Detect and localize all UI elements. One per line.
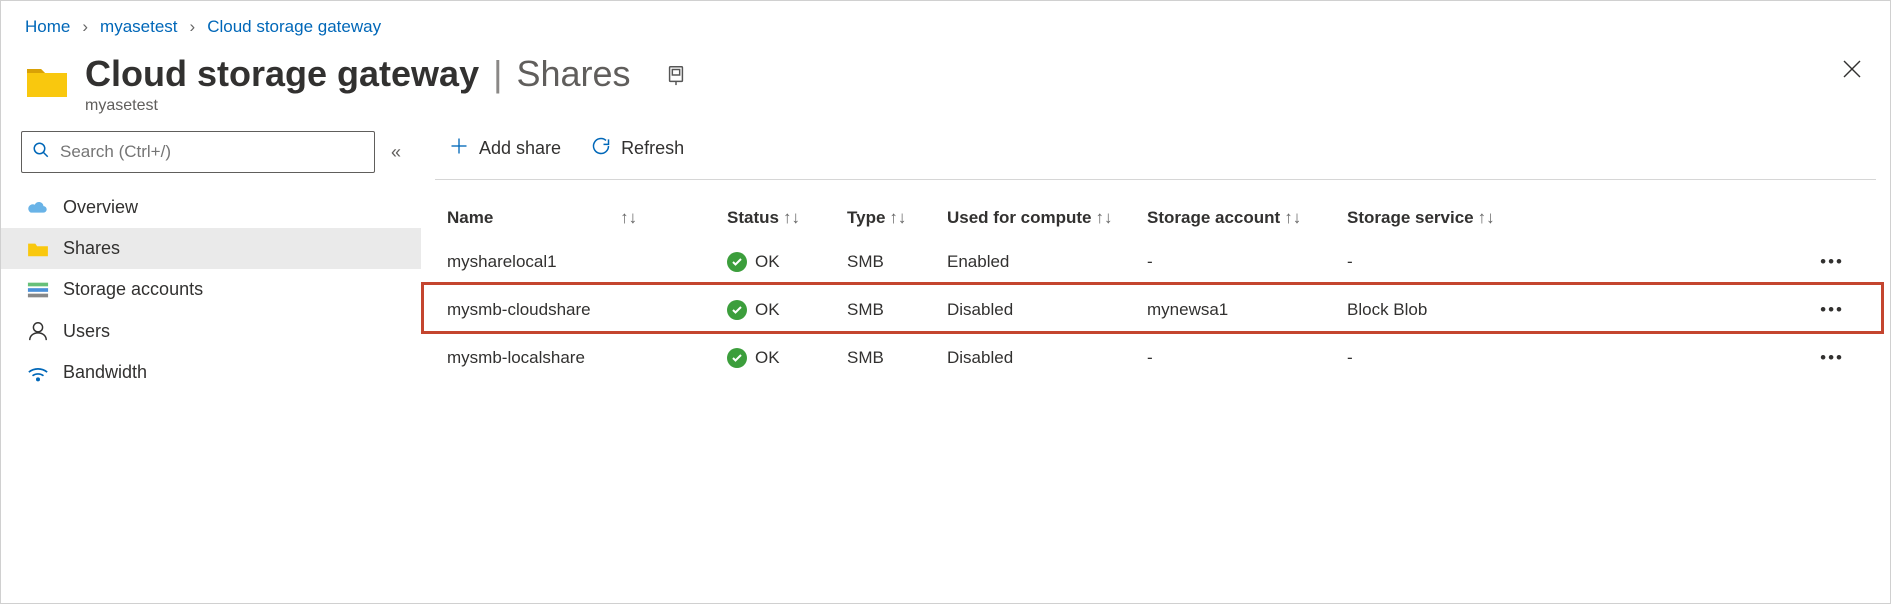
cell-compute: Disabled — [935, 286, 1135, 334]
refresh-label: Refresh — [621, 138, 684, 159]
cell-account: - — [1135, 334, 1335, 382]
breadcrumb-item-current[interactable]: Cloud storage gateway — [207, 17, 381, 37]
search-icon — [32, 141, 50, 164]
breadcrumb-item-resource[interactable]: myasetest — [100, 17, 177, 37]
search-input[interactable] — [58, 141, 364, 163]
page-header: Cloud storage gateway | Shares myasetest — [1, 45, 1890, 131]
sort-icon: ↑↓ — [1096, 208, 1113, 227]
cell-type: SMB — [835, 334, 935, 382]
cell-service: Block Blob — [1335, 286, 1525, 334]
ok-icon — [727, 252, 747, 272]
column-header-type[interactable]: Type↑↓ — [835, 198, 935, 238]
cell-compute: Disabled — [935, 334, 1135, 382]
row-actions-button[interactable]: ••• — [1814, 348, 1850, 367]
folder-icon — [25, 59, 69, 103]
toolbar: Add share Refresh — [435, 131, 1876, 179]
breadcrumb: Home › myasetest › Cloud storage gateway — [1, 1, 1890, 45]
column-header-compute[interactable]: Used for compute↑↓ — [935, 198, 1135, 238]
cloud-icon — [27, 199, 49, 217]
sidebar-item-label: Users — [63, 321, 110, 342]
close-button[interactable] — [1842, 59, 1862, 84]
table-row[interactable]: mysharelocal1OKSMBEnabled--••• — [435, 238, 1876, 286]
sidebar-item-storage-accounts[interactable]: Storage accounts — [1, 269, 421, 310]
ok-icon — [727, 348, 747, 368]
title-separator: | — [493, 53, 502, 95]
column-header-storage-account[interactable]: Storage account↑↓ — [1135, 198, 1335, 238]
cell-compute: Enabled — [935, 238, 1135, 286]
cell-account: mynewsa1 — [1135, 286, 1335, 334]
cell-name: mysmb-cloudshare — [435, 286, 715, 334]
person-icon — [27, 320, 49, 342]
sidebar-item-label: Bandwidth — [63, 362, 147, 383]
breadcrumb-item-home[interactable]: Home — [25, 17, 70, 37]
sidebar-item-users[interactable]: Users — [1, 310, 421, 352]
page-subtitle: myasetest — [85, 97, 1866, 115]
sort-icon: ↑↓ — [1284, 208, 1301, 227]
folder-icon — [27, 240, 49, 258]
search-box[interactable] — [21, 131, 375, 173]
ok-icon — [727, 300, 747, 320]
main-content: Add share Refresh Name ↑↓ Status — [421, 131, 1890, 593]
plus-icon — [449, 136, 469, 161]
table-row[interactable]: mysmb-localshareOKSMBDisabled--••• — [435, 334, 1876, 382]
row-actions-button[interactable]: ••• — [1814, 300, 1850, 319]
cell-service: - — [1335, 238, 1525, 286]
cell-status: OK — [715, 334, 835, 382]
chevron-right-icon: › — [190, 17, 196, 37]
sidebar-item-overview[interactable]: Overview — [1, 187, 421, 228]
table-row[interactable]: mysmb-cloudshareOKSMBDisabledmynewsa1Blo… — [435, 286, 1876, 334]
pin-icon[interactable] — [665, 64, 687, 91]
refresh-button[interactable]: Refresh — [591, 136, 684, 161]
collapse-sidebar-button[interactable]: « — [391, 142, 401, 163]
shares-table: Name ↑↓ Status↑↓ Type↑↓ Used for compute… — [435, 198, 1876, 382]
sidebar-item-shares[interactable]: Shares — [1, 228, 421, 269]
add-share-label: Add share — [479, 138, 561, 159]
page-title: Cloud storage gateway — [85, 53, 479, 95]
chevron-right-icon: › — [82, 17, 88, 37]
stack-icon — [27, 281, 49, 299]
cell-type: SMB — [835, 286, 935, 334]
sidebar-item-label: Shares — [63, 238, 120, 259]
wifi-icon — [27, 364, 49, 382]
column-header-storage-service[interactable]: Storage service↑↓ — [1335, 198, 1525, 238]
sort-icon: ↑↓ — [497, 208, 637, 227]
cell-type: SMB — [835, 238, 935, 286]
add-share-button[interactable]: Add share — [449, 136, 561, 161]
cell-status: OK — [715, 286, 835, 334]
cell-name: mysharelocal1 — [435, 238, 715, 286]
cell-name: mysmb-localshare — [435, 334, 715, 382]
page-subpage: Shares — [516, 53, 630, 95]
cell-account: - — [1135, 238, 1335, 286]
column-header-name[interactable]: Name ↑↓ — [435, 198, 715, 238]
divider — [435, 179, 1876, 180]
sort-icon: ↑↓ — [783, 208, 800, 227]
row-actions-button[interactable]: ••• — [1814, 252, 1850, 271]
sidebar-item-label: Storage accounts — [63, 279, 203, 300]
sidebar: « Overview Shares Storage accounts — [1, 131, 421, 593]
cell-status: OK — [715, 238, 835, 286]
sort-icon: ↑↓ — [1478, 208, 1495, 227]
sidebar-item-bandwidth[interactable]: Bandwidth — [1, 352, 421, 393]
refresh-icon — [591, 136, 611, 161]
sidebar-item-label: Overview — [63, 197, 138, 218]
column-header-status[interactable]: Status↑↓ — [715, 198, 835, 238]
sort-icon: ↑↓ — [889, 208, 906, 227]
cell-service: - — [1335, 334, 1525, 382]
